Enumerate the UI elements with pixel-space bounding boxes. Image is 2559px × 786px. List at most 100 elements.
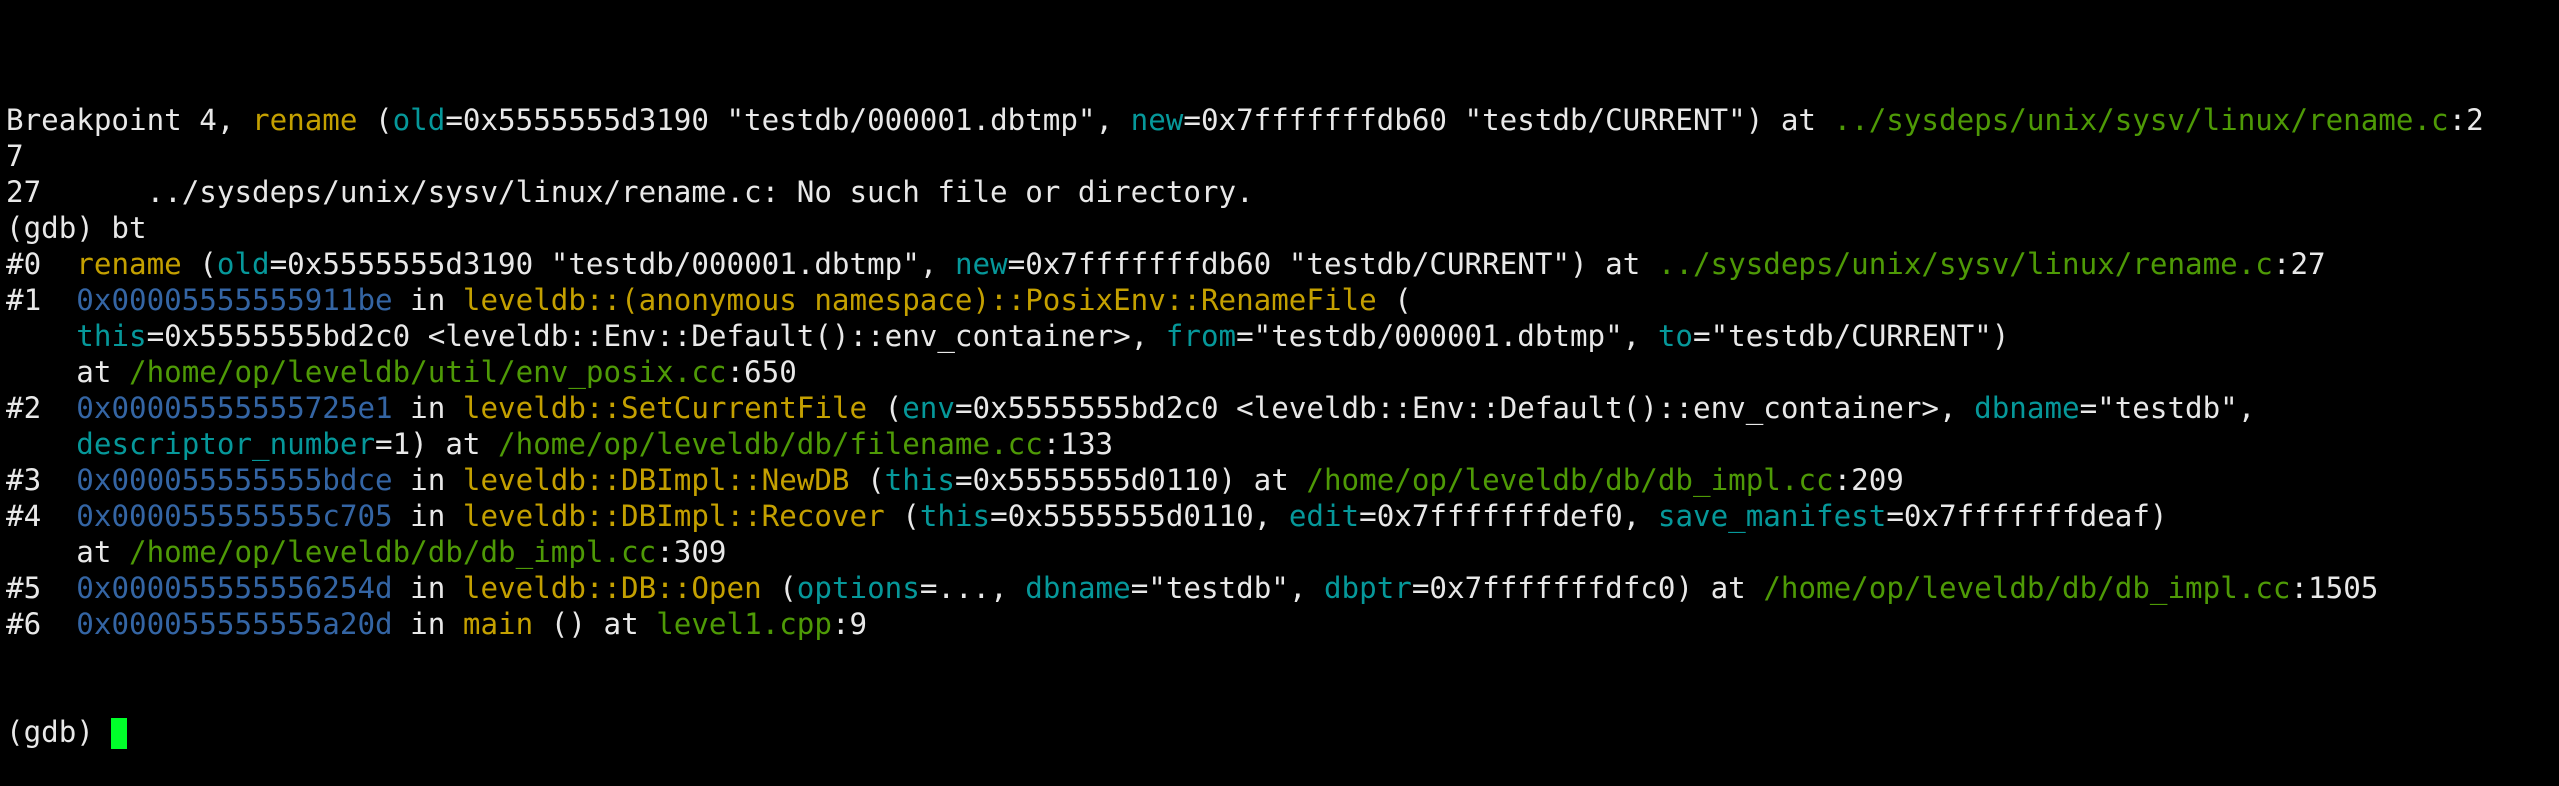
text-segment: #3 (6, 463, 77, 497)
terminal-lines: Breakpoint 4, rename (old=0x5555555d3190… (6, 102, 2556, 642)
text-segment: :1505 (2290, 571, 2379, 605)
function-name: leveldb::DB::Open (462, 571, 762, 605)
text-segment: ( (181, 247, 217, 281)
text-segment: :309 (656, 535, 727, 569)
text-segment: =0x5555555bd2c0 <leveldb::Env::Default()… (146, 319, 1166, 353)
function-name: rename (76, 247, 182, 281)
text-segment: 7 (6, 139, 24, 173)
text-segment: ( (884, 499, 920, 533)
function-name: leveldb::(anonymous namespace)::PosixEnv… (462, 283, 1377, 317)
text-segment: =1) at (375, 427, 499, 461)
terminal-line: #4 0x000055555555c705 in leveldb::DBImpl… (6, 498, 2556, 534)
frame-address: 0x000055555555bdce (76, 463, 393, 497)
text-segment: #5 (6, 571, 77, 605)
terminal-line: 27 ../sysdeps/unix/sysv/linux/rename.c: … (6, 174, 2556, 210)
argument-name: new (1130, 103, 1184, 137)
argument-name: options (796, 571, 920, 605)
text-segment: #2 (6, 391, 77, 425)
source-file-path: ../sysdeps/unix/sysv/linux/rename.c (1657, 247, 2273, 281)
text-segment: #1 (6, 283, 77, 317)
gdb-prompt: (gdb) (6, 715, 112, 749)
text-segment: ="testdb/000001.dbtmp", (1236, 319, 1658, 353)
text-segment: (gdb) bt (6, 211, 147, 245)
text-segment: in (392, 463, 463, 497)
terminal-line: #3 0x000055555555bdce in leveldb::DBImpl… (6, 462, 2556, 498)
source-file-path: /home/op/leveldb/db/db_impl.cc (1763, 571, 2291, 605)
text-segment: =0x7fffffffdb60 "testdb/CURRENT") at (1007, 247, 1658, 281)
argument-name: from (1165, 319, 1237, 353)
source-file-path: /home/op/leveldb/db/db_impl.cc (1306, 463, 1834, 497)
text-segment: =0x7fffffffdeaf) (1886, 499, 2168, 533)
text-segment: in (392, 391, 463, 425)
argument-name: save_manifest (1657, 499, 1887, 533)
text-segment: =..., (919, 571, 1026, 605)
text-segment: :650 (726, 355, 797, 389)
source-file-path: /home/op/leveldb/db/filename.cc (498, 427, 1043, 461)
text-segment: =0x5555555d3190 "testdb/000001.dbtmp", (269, 247, 955, 281)
frame-address: 0x00005555555725e1 (76, 391, 393, 425)
text-segment: #4 (6, 499, 77, 533)
terminal-line: Breakpoint 4, rename (old=0x5555555d3190… (6, 102, 2556, 138)
argument-name: edit (1288, 499, 1360, 533)
source-file-path: level1.cpp (656, 607, 832, 641)
text-segment: in (392, 283, 463, 317)
source-file-path: /home/op/leveldb/util/env_posix.cc (129, 355, 727, 389)
text-segment: ( (357, 103, 393, 137)
frame-address: 0x00005555555911be (76, 283, 393, 317)
text-segment: =0x7fffffffdef0, (1359, 499, 1658, 533)
text-segment: =0x7fffffffdb60 "testdb/CURRENT") at (1183, 103, 1834, 137)
argument-name: dbptr (1323, 571, 1412, 605)
text-segment: in (392, 607, 463, 641)
text-segment: ( (849, 463, 885, 497)
terminal-line: #6 0x000055555555a20d in main () at leve… (6, 606, 2556, 642)
argument-name: dbname (1025, 571, 1131, 605)
text-segment: ( (1376, 283, 1412, 317)
text-segment: #0 (6, 247, 77, 281)
text-segment: :2 (2448, 103, 2484, 137)
terminal-line: #1 0x00005555555911be in leveldb::(anony… (6, 282, 2556, 318)
text-segment: :9 (831, 607, 868, 641)
terminal-line: 7 (6, 138, 2556, 174)
text-segment: Breakpoint 4, (6, 103, 253, 137)
text-segment: =0x5555555d0110, (990, 499, 1289, 533)
text-segment: 27 ../sysdeps/unix/sysv/linux/rename.c: … (6, 175, 1254, 209)
text-segment: #6 (6, 607, 77, 641)
text-segment: at (6, 535, 130, 569)
prompt-line[interactable]: (gdb) (6, 714, 2556, 750)
terminal-line: this=0x5555555bd2c0 <leveldb::Env::Defau… (6, 318, 2556, 354)
terminal-line: #2 0x00005555555725e1 in leveldb::SetCur… (6, 390, 2556, 426)
terminal-output[interactable]: Breakpoint 4, rename (old=0x5555555d3190… (6, 30, 2556, 786)
text-segment: () at (533, 607, 657, 641)
argument-name: new (954, 247, 1008, 281)
text-segment: =0x5555555d3190 "testdb/000001.dbtmp", (445, 103, 1131, 137)
argument-name: old (392, 103, 446, 137)
text-segment: =0x5555555d0110) at (954, 463, 1307, 497)
text-segment: ="testdb", (2079, 391, 2256, 425)
source-file-path: ../sysdeps/unix/sysv/linux/rename.c (1833, 103, 2449, 137)
argument-name: this (884, 463, 955, 497)
text-segment: =0x7fffffffdfc0) at (1411, 571, 1764, 605)
text-segment: :27 (2272, 247, 2326, 281)
function-name: leveldb::SetCurrentFile (462, 391, 868, 425)
argument-name: env (902, 391, 955, 425)
terminal-line: descriptor_number=1) at /home/op/leveldb… (6, 426, 2556, 462)
argument-name: dbname (1974, 391, 2080, 425)
terminal-line: at /home/op/leveldb/util/env_posix.cc:65… (6, 354, 2556, 390)
frame-address: 0x000055555556254d (76, 571, 393, 605)
text-segment: :133 (1042, 427, 1114, 461)
block-cursor-icon (111, 718, 128, 749)
function-name: leveldb::DBImpl::Recover (462, 499, 885, 533)
text-segment: :209 (1833, 463, 1904, 497)
function-name: rename (252, 103, 358, 137)
terminal-line: at /home/op/leveldb/db/db_impl.cc:309 (6, 534, 2556, 570)
source-file-path: /home/op/leveldb/db/db_impl.cc (129, 535, 657, 569)
terminal-line: (gdb) bt (6, 210, 2556, 246)
text-segment: =0x5555555bd2c0 <leveldb::Env::Default()… (954, 391, 1975, 425)
argument-name: old (216, 247, 270, 281)
argument-name: this (76, 319, 147, 353)
text-segment: at (6, 355, 130, 389)
function-name: leveldb::DBImpl::NewDB (462, 463, 850, 497)
text-segment: ( (761, 571, 797, 605)
terminal-line: #5 0x000055555556254d in leveldb::DB::Op… (6, 570, 2556, 606)
argument-name: to (1657, 319, 1693, 353)
